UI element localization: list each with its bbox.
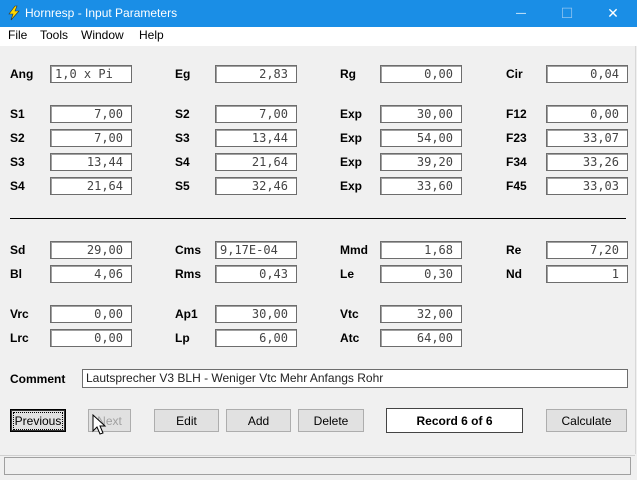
menu-file[interactable]: File: [8, 28, 27, 42]
label-sd: Sd: [10, 243, 26, 257]
mouse-pointer-icon: [92, 414, 107, 435]
label-s5: S5: [175, 179, 190, 193]
maximize-button[interactable]: ☐: [544, 0, 590, 27]
previous-button[interactable]: Previous: [10, 409, 66, 432]
lightning-bolt-icon: [6, 5, 22, 21]
close-icon: ✕: [607, 5, 619, 21]
label-lp: Lp: [175, 331, 190, 345]
field-s4[interactable]: 21,64: [215, 153, 297, 171]
label-s3-b: S3: [10, 155, 25, 169]
label-exp4: Exp: [340, 179, 363, 193]
field-s1[interactable]: 7,00: [50, 105, 132, 123]
edit-label: Edit: [176, 413, 197, 428]
field-rms[interactable]: 0,43: [215, 265, 297, 283]
add-button[interactable]: Add: [226, 409, 291, 432]
field-exp4[interactable]: 33,60: [380, 177, 462, 195]
field-s2[interactable]: 7,00: [215, 105, 297, 123]
label-s1: S1: [10, 107, 25, 121]
field-exp3[interactable]: 39,20: [380, 153, 462, 171]
status-panel: [4, 457, 631, 475]
field-bl[interactable]: 4,06: [50, 265, 132, 283]
label-s2: S2: [175, 107, 190, 121]
label-rms: Rms: [175, 267, 202, 281]
menu-tools[interactable]: Tools: [40, 28, 68, 42]
section-divider: [10, 218, 626, 219]
field-mmd[interactable]: 1,68: [380, 241, 462, 259]
menu-help[interactable]: Help: [139, 28, 164, 42]
label-lrc: Lrc: [10, 331, 29, 345]
label-ap1: Ap1: [175, 307, 198, 321]
label-re: Re: [506, 243, 522, 257]
label-atc: Atc: [340, 331, 360, 345]
close-button[interactable]: ✕: [590, 0, 636, 27]
label-s3: S3: [175, 131, 190, 145]
field-cms[interactable]: 9,17E-04: [215, 241, 297, 259]
field-re[interactable]: 7,20: [546, 241, 628, 259]
label-ang: Ang: [10, 67, 34, 81]
maximize-icon: ☐: [560, 5, 574, 21]
field-sd[interactable]: 29,00: [50, 241, 132, 259]
menu-window[interactable]: Window: [81, 28, 124, 42]
label-s2-b: S2: [10, 131, 25, 145]
field-eg[interactable]: 2,83: [215, 65, 297, 83]
label-cms: Cms: [175, 243, 202, 257]
label-vrc: Vrc: [10, 307, 29, 321]
label-vtc: Vtc: [340, 307, 359, 321]
label-s4: S4: [175, 155, 190, 169]
field-atc[interactable]: 64,00: [380, 329, 462, 347]
field-rg[interactable]: 0,00: [380, 65, 462, 83]
label-f34: F34: [506, 155, 527, 169]
field-ang[interactable]: 1,0 x Pi: [50, 65, 132, 83]
field-s5[interactable]: 32,46: [215, 177, 297, 195]
label-exp3: Exp: [340, 155, 363, 169]
field-s3[interactable]: 13,44: [215, 129, 297, 147]
comment-field[interactable]: Lautsprecher V3 BLH - Weniger Vtc Mehr A…: [82, 369, 628, 388]
label-f12: F12: [506, 107, 527, 121]
add-label: Add: [247, 413, 270, 428]
field-exp1[interactable]: 30,00: [380, 105, 462, 123]
field-exp2[interactable]: 54,00: [380, 129, 462, 147]
label-comment: Comment: [10, 372, 66, 386]
field-lp[interactable]: 6,00: [215, 329, 297, 347]
field-f34[interactable]: 33,26: [546, 153, 628, 171]
field-s4-b[interactable]: 21,64: [50, 177, 132, 195]
field-vrc[interactable]: 0,00: [50, 305, 132, 323]
field-ap1[interactable]: 30,00: [215, 305, 297, 323]
window-title: Hornresp - Input Parameters: [25, 6, 178, 20]
record-indicator: Record 6 of 6: [386, 408, 523, 433]
calculate-button[interactable]: Calculate: [546, 409, 627, 432]
field-le[interactable]: 0,30: [380, 265, 462, 283]
label-rg: Rg: [340, 67, 356, 81]
field-nd[interactable]: 1: [546, 265, 628, 283]
label-s4-b: S4: [10, 179, 25, 193]
label-nd: Nd: [506, 267, 522, 281]
record-label: Record 6 of 6: [416, 413, 493, 428]
label-exp2: Exp: [340, 131, 363, 145]
label-cir: Cir: [506, 67, 523, 81]
label-f23: F23: [506, 131, 527, 145]
label-mmd: Mmd: [340, 243, 368, 257]
edit-button[interactable]: Edit: [154, 409, 219, 432]
field-vtc[interactable]: 32,00: [380, 305, 462, 323]
label-exp1: Exp: [340, 107, 363, 121]
field-f23[interactable]: 33,07: [546, 129, 628, 147]
calculate-label: Calculate: [561, 413, 612, 428]
field-f12[interactable]: 0,00: [546, 105, 628, 123]
delete-label: Delete: [313, 413, 349, 428]
previous-label: Previous: [12, 411, 64, 430]
label-eg: Eg: [175, 67, 191, 81]
field-s2-b[interactable]: 7,00: [50, 129, 132, 147]
label-le: Le: [340, 267, 355, 281]
label-f45: F45: [506, 179, 527, 193]
label-bl: Bl: [10, 267, 22, 281]
field-s3-b[interactable]: 13,44: [50, 153, 132, 171]
field-lrc[interactable]: 0,00: [50, 329, 132, 347]
minimize-icon: —: [516, 8, 526, 19]
field-cir[interactable]: 0,04: [546, 65, 628, 83]
field-f45[interactable]: 33,03: [546, 177, 628, 195]
minimize-button[interactable]: —: [498, 0, 544, 27]
delete-button[interactable]: Delete: [298, 409, 364, 432]
